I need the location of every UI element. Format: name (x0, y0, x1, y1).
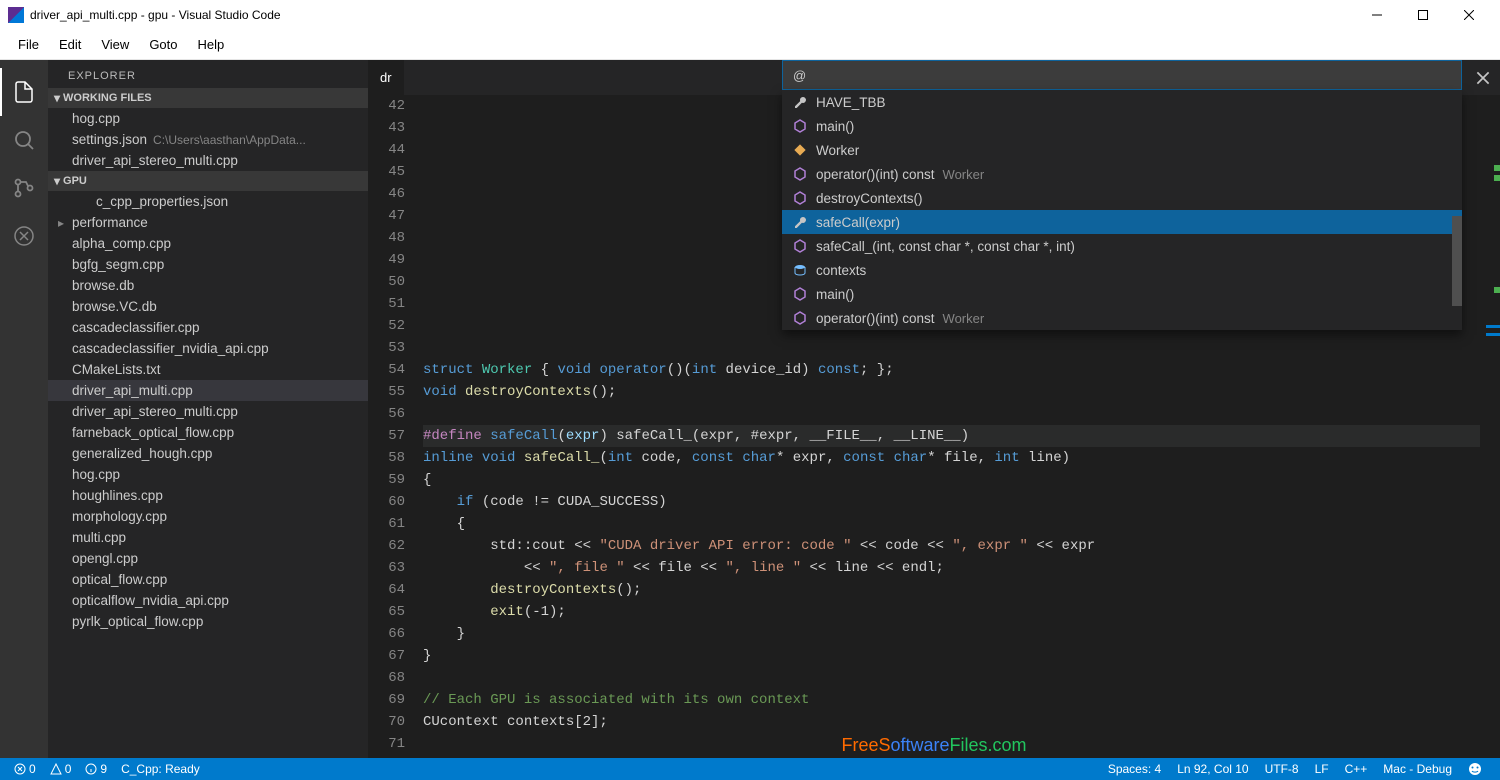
window-controls (1354, 0, 1492, 30)
overview-ruler[interactable] (1486, 95, 1500, 758)
folder-tree-item[interactable]: c_cpp_properties.json (48, 191, 368, 212)
git-icon[interactable] (0, 164, 48, 212)
menu-edit[interactable]: Edit (49, 30, 91, 59)
folder-tree-item[interactable]: optical_flow.cpp (48, 569, 368, 590)
ruler-mark (1494, 287, 1500, 293)
folder-tree-item[interactable]: CMakeLists.txt (48, 359, 368, 380)
quick-open-item[interactable]: destroyContexts() (782, 186, 1462, 210)
folder-tree: c_cpp_properties.jsonperformancealpha_co… (48, 191, 368, 758)
app-icon (8, 7, 24, 23)
window-title: driver_api_multi.cpp - gpu - Visual Stud… (30, 8, 1354, 22)
ruler-mark (1494, 165, 1500, 171)
folder-tree-item[interactable]: houghlines.cpp (48, 485, 368, 506)
folder-tree-item[interactable]: alpha_comp.cpp (48, 233, 368, 254)
folder-tree-item[interactable]: opticalflow_nvidia_api.cpp (48, 590, 368, 611)
working-file-item[interactable]: hog.cpp (48, 108, 368, 129)
quick-open-panel: HAVE_TBBmain()Workeroperator()(int) cons… (782, 60, 1462, 330)
menubar: File Edit View Goto Help (0, 30, 1500, 60)
wrench-icon (792, 94, 808, 110)
editor-area: dr HAVE_TBBmain()Workeroperator()(int) c… (368, 60, 1500, 758)
ruler-mark (1494, 175, 1500, 181)
status-config[interactable]: Mac - Debug (1375, 762, 1460, 776)
folder-tree-item[interactable]: browse.VC.db (48, 296, 368, 317)
close-tab-icon[interactable] (1474, 69, 1492, 87)
folder-tree-item[interactable]: hog.cpp (48, 464, 368, 485)
quick-open-item[interactable]: contexts (782, 258, 1462, 282)
status-spaces[interactable]: Spaces: 4 (1100, 762, 1169, 776)
quick-open-item[interactable]: safeCall_(int, const char *, const char … (782, 234, 1462, 258)
working-file-item[interactable]: settings.jsonC:\Users\aasthan\AppData... (48, 129, 368, 150)
chevron-down-icon: ▾ (54, 174, 60, 188)
ruler-mark (1486, 333, 1500, 336)
method-icon (792, 286, 808, 302)
status-position[interactable]: Ln 92, Col 10 (1169, 762, 1256, 776)
folder-tree-item[interactable]: performance (48, 212, 368, 233)
menu-file[interactable]: File (8, 30, 49, 59)
ruler-mark (1486, 325, 1500, 328)
status-eol[interactable]: LF (1307, 762, 1337, 776)
method-icon (792, 310, 808, 326)
folder-tree-item[interactable]: multi.cpp (48, 527, 368, 548)
folder-tree-item[interactable]: bgfg_segm.cpp (48, 254, 368, 275)
titlebar: driver_api_multi.cpp - gpu - Visual Stud… (0, 0, 1500, 30)
quick-open-item[interactable]: HAVE_TBB (782, 90, 1462, 114)
line-gutter: 4243444546474849505152535455565758596061… (368, 95, 423, 758)
folder-tree-item[interactable]: cascadeclassifier_nvidia_api.cpp (48, 338, 368, 359)
status-language-server[interactable]: C_Cpp: Ready (117, 762, 204, 776)
search-icon[interactable] (0, 116, 48, 164)
status-info[interactable]: 9 (81, 762, 111, 776)
folder-tree-item[interactable]: farneback_optical_flow.cpp (48, 422, 368, 443)
activitybar (0, 60, 48, 758)
working-file-item[interactable]: driver_api_stereo_multi.cpp (48, 150, 368, 171)
debug-icon[interactable] (0, 212, 48, 260)
status-errors[interactable]: 0 (10, 762, 40, 776)
wrench-icon (792, 214, 808, 230)
working-files-header[interactable]: ▾ WORKING FILES (48, 88, 368, 108)
maximize-button[interactable] (1400, 0, 1446, 30)
quick-open-input[interactable] (782, 60, 1462, 90)
quick-open-item[interactable]: main() (782, 282, 1462, 306)
menu-goto[interactable]: Goto (139, 30, 187, 59)
chevron-down-icon: ▾ (54, 91, 60, 105)
folder-tree-item[interactable]: pyrlk_optical_flow.cpp (48, 611, 368, 632)
method-icon (792, 166, 808, 182)
tab-driver-api-multi[interactable]: dr (368, 60, 405, 95)
status-encoding[interactable]: UTF-8 (1257, 762, 1307, 776)
close-button[interactable] (1446, 0, 1492, 30)
quick-open-list: HAVE_TBBmain()Workeroperator()(int) cons… (782, 90, 1462, 330)
folder-header[interactable]: ▾ GPU (48, 171, 368, 191)
sidebar-title: EXPLORER (48, 60, 368, 88)
quick-open-item[interactable]: Worker (782, 138, 1462, 162)
folder-tree-item[interactable]: driver_api_multi.cpp (48, 380, 368, 401)
folder-tree-item[interactable]: generalized_hough.cpp (48, 443, 368, 464)
sidebar: EXPLORER ▾ WORKING FILES hog.cppsettings… (48, 60, 368, 758)
folder-tree-item[interactable]: opengl.cpp (48, 548, 368, 569)
folder-tree-item[interactable]: morphology.cpp (48, 506, 368, 527)
folder-tree-item[interactable]: cascadeclassifier.cpp (48, 317, 368, 338)
class-icon (792, 142, 808, 158)
folder-tree-item[interactable]: driver_api_stereo_multi.cpp (48, 401, 368, 422)
menu-view[interactable]: View (91, 30, 139, 59)
feedback-icon[interactable] (1460, 762, 1490, 776)
quick-open-item[interactable]: safeCall(expr) (782, 210, 1462, 234)
explorer-icon[interactable] (0, 68, 48, 116)
method-icon (792, 118, 808, 134)
working-files-tree: hog.cppsettings.jsonC:\Users\aasthan\App… (48, 108, 368, 171)
method-icon (792, 190, 808, 206)
status-warnings[interactable]: 0 (46, 762, 76, 776)
folder-tree-item[interactable]: browse.db (48, 275, 368, 296)
quick-open-item[interactable]: operator()(int) constWorker (782, 162, 1462, 186)
field-icon (792, 262, 808, 278)
statusbar: 0 0 9 C_Cpp: Ready Spaces: 4 Ln 92, Col … (0, 758, 1500, 780)
working-files-label: WORKING FILES (63, 92, 152, 104)
scrollbar-thumb[interactable] (1452, 216, 1462, 306)
minimize-button[interactable] (1354, 0, 1400, 30)
status-language[interactable]: C++ (1337, 762, 1376, 776)
folder-label: GPU (63, 175, 87, 187)
menu-help[interactable]: Help (188, 30, 235, 59)
quick-open-item[interactable]: operator()(int) constWorker (782, 306, 1462, 330)
quick-open-item[interactable]: main() (782, 114, 1462, 138)
method-icon (792, 238, 808, 254)
